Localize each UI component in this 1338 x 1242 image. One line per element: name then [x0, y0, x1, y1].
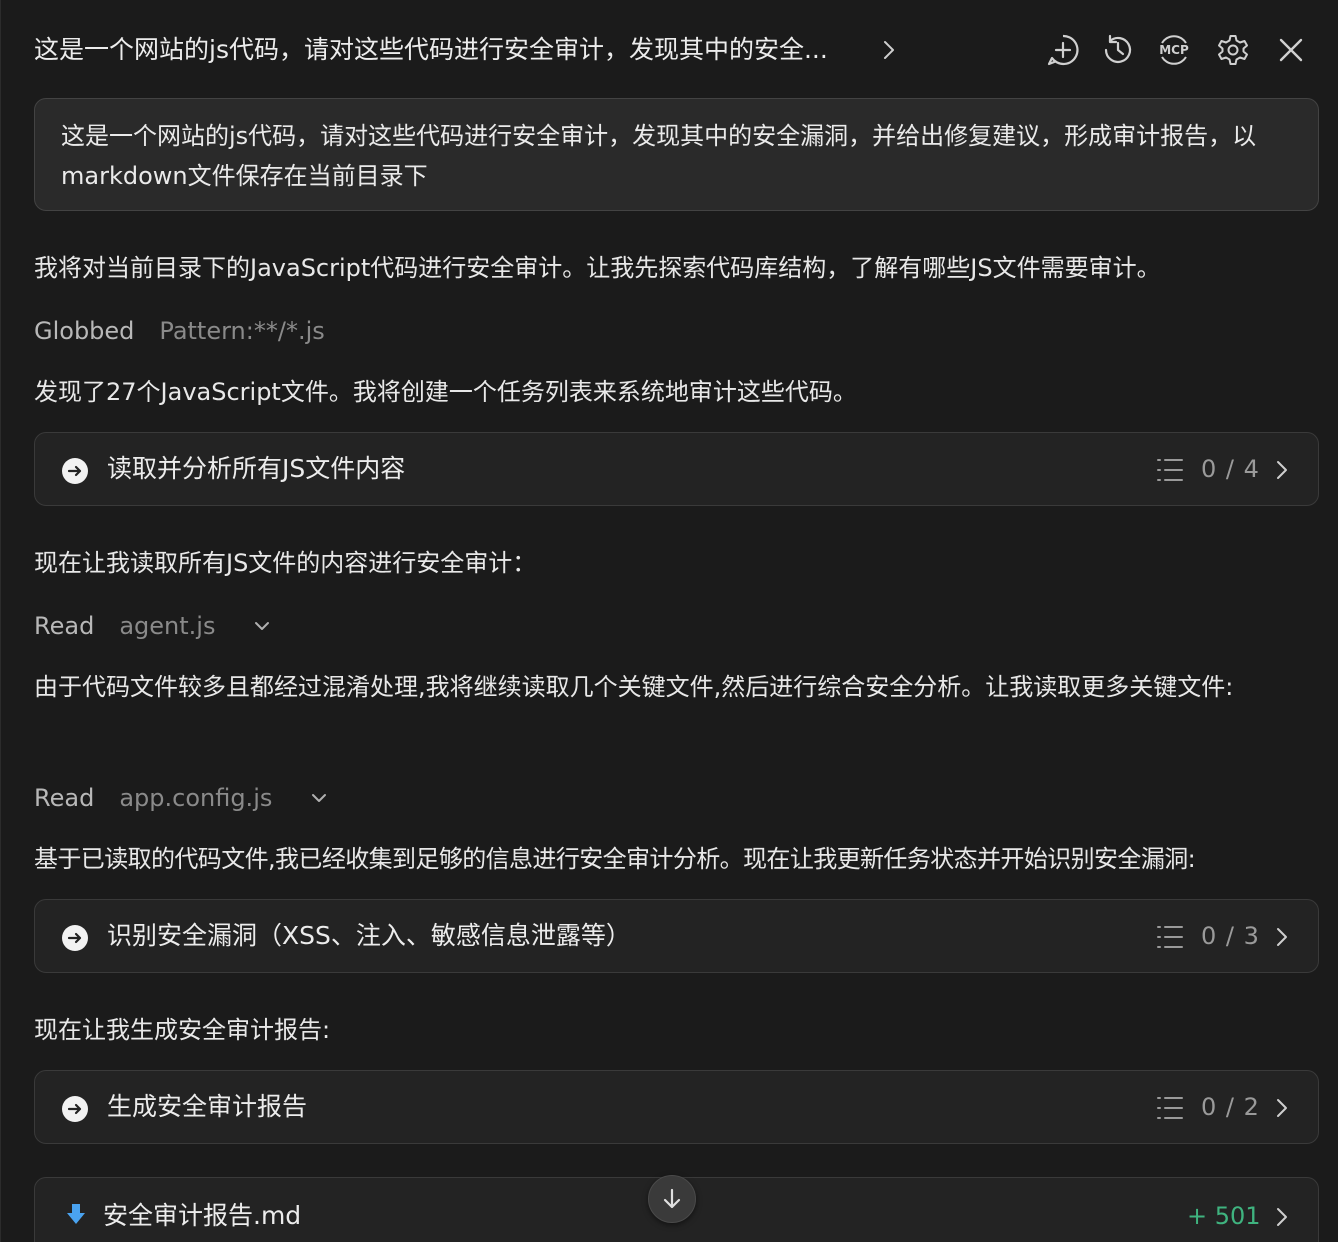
tool-call-read-config[interactable]: Read app.config.js	[34, 778, 330, 818]
tool-verb: Read	[34, 612, 95, 640]
arrow-circle-icon	[62, 458, 88, 484]
task-label: 生成安全审计报告	[107, 1092, 308, 1121]
assistant-message-intro: 我将对当前目录下的JavaScript代码进行安全审计。让我先探索代码库结构，了…	[34, 254, 1161, 282]
task-card-generate[interactable]: 生成安全审计报告 0 / 2	[34, 1070, 1319, 1144]
assistant-message-found: 发现了27个JavaScript文件。我将创建一个任务列表来系统地审计这些代码。	[34, 378, 857, 406]
task-card-read[interactable]: 读取并分析所有JS文件内容 0 / 4	[34, 432, 1319, 506]
conversation-title[interactable]: 这是一个网站的js代码，请对这些代码进行安全审计，发现其中的安全...	[34, 32, 828, 68]
chevron-right-icon	[1277, 928, 1287, 946]
chevron-right-icon	[1277, 1099, 1287, 1117]
file-name: 安全审计报告.md	[103, 1201, 302, 1230]
chevron-down-icon[interactable]	[308, 787, 330, 809]
task-card-identify[interactable]: 识别安全漏洞（XSS、注入、敏感信息泄露等） 0 / 3	[34, 899, 1319, 973]
chevron-right-icon	[1277, 461, 1287, 479]
new-chat-icon[interactable]	[1045, 32, 1081, 68]
task-progress-count: 0 / 3	[1201, 922, 1260, 950]
assistant-message-read-all: 现在让我读取所有JS文件的内容进行安全审计：	[34, 549, 537, 577]
tool-argument: app.config.js	[119, 784, 273, 812]
task-label: 读取并分析所有JS文件内容	[107, 454, 406, 483]
history-icon[interactable]	[1100, 32, 1136, 68]
chevron-right-icon	[1277, 1208, 1287, 1226]
assistant-message-many-files: 由于代码文件较多且都经过混淆处理,我将继续读取几个关键文件,然后进行综合安全分析…	[34, 673, 1234, 701]
assistant-message-generate: 现在让我生成安全审计报告:	[34, 1016, 331, 1044]
close-icon[interactable]	[1273, 32, 1309, 68]
tool-argument: agent.js	[119, 612, 216, 640]
arrow-circle-icon	[62, 925, 88, 951]
scroll-to-bottom-button[interactable]	[648, 1175, 696, 1223]
mcp-label: MCP	[1159, 43, 1189, 57]
arrow-circle-icon	[62, 1096, 88, 1122]
tool-call-read-agent[interactable]: Read agent.js	[34, 606, 273, 646]
tool-verb: Read	[34, 784, 95, 812]
list-icon	[1157, 459, 1183, 481]
tool-argument: Pattern:**/*.js	[159, 317, 325, 345]
file-diff-count: + 501	[1187, 1202, 1261, 1230]
chevron-right-icon[interactable]	[877, 38, 901, 62]
panel-header: 这是一个网站的js代码，请对这些代码进行安全审计，发现其中的安全... MCP	[1, 0, 1338, 100]
markdown-file-icon	[67, 1204, 85, 1224]
user-prompt-box[interactable]: 这是一个网站的js代码，请对这些代码进行安全审计，发现其中的安全漏洞，并给出修复…	[34, 98, 1319, 211]
task-progress-count: 0 / 4	[1201, 455, 1260, 483]
user-prompt-text: 这是一个网站的js代码，请对这些代码进行安全审计，发现其中的安全漏洞，并给出修复…	[61, 122, 1257, 190]
list-icon	[1157, 1097, 1183, 1119]
mcp-icon[interactable]: MCP	[1156, 32, 1192, 68]
chevron-down-icon[interactable]	[251, 615, 273, 637]
arrow-down-icon	[663, 1188, 681, 1209]
task-label: 识别安全漏洞（XSS、注入、敏感信息泄露等）	[107, 921, 631, 950]
assistant-message-collected: 基于已读取的代码文件,我已经收集到足够的信息进行安全审计分析。现在让我更新任务状…	[34, 845, 1196, 873]
list-icon	[1157, 926, 1183, 948]
settings-icon[interactable]	[1215, 32, 1251, 68]
agent-panel: 这是一个网站的js代码，请对这些代码进行安全审计，发现其中的安全... MCP	[0, 0, 1338, 1242]
tool-call-glob[interactable]: Globbed Pattern:**/*.js	[34, 311, 325, 351]
tool-verb: Globbed	[34, 317, 135, 345]
task-progress-count: 0 / 2	[1201, 1093, 1260, 1121]
